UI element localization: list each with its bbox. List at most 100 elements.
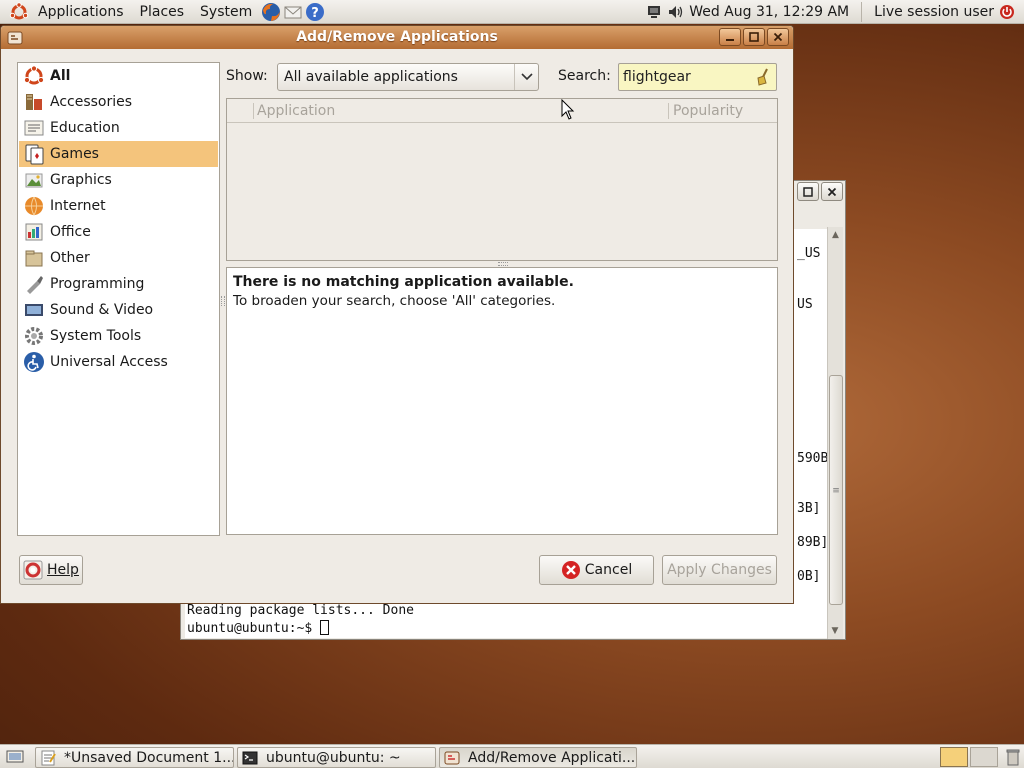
- terminal-window-controls: [797, 182, 843, 201]
- trash-icon[interactable]: [1002, 746, 1024, 768]
- show-dropdown[interactable]: All available applications: [277, 63, 539, 91]
- terminal-scrollbar[interactable]: ▲ ≡ ▼: [827, 227, 843, 639]
- cancel-button[interactable]: Cancel: [539, 555, 654, 585]
- menu-applications[interactable]: Applications: [30, 0, 132, 24]
- category-other[interactable]: Other: [19, 245, 218, 271]
- clear-search-broom-icon[interactable]: [754, 68, 772, 86]
- network-icon[interactable]: [643, 1, 665, 23]
- category-label: Programming: [50, 276, 145, 292]
- search-label: Search:: [558, 68, 611, 84]
- column-separator: [668, 103, 669, 119]
- workspace-1[interactable]: [940, 747, 968, 767]
- pane-resize-handle[interactable]: [221, 296, 225, 306]
- category-programming[interactable]: Programming: [19, 271, 218, 297]
- terminal-text: Reading package lists... Done: [187, 603, 414, 618]
- pane-resize-handle[interactable]: [498, 262, 508, 266]
- help-button-label: Help: [47, 562, 79, 578]
- graphics-icon: [25, 173, 43, 188]
- task-text-editor[interactable]: *Unsaved Document 1...: [35, 747, 234, 768]
- clock[interactable]: Wed Aug 31, 12:29 AM: [687, 0, 857, 24]
- category-universal-access[interactable]: Universal Access: [19, 349, 218, 375]
- category-label: Accessories: [50, 94, 133, 110]
- maximize-button[interactable]: [797, 182, 819, 201]
- chevron-down-icon: [514, 64, 538, 90]
- help-lifebuoy-icon: [23, 560, 43, 580]
- category-label: Other: [50, 250, 90, 266]
- terminal-prompt: ubuntu@ubuntu:~$: [187, 620, 330, 636]
- volume-icon[interactable]: [665, 1, 687, 23]
- workspace-2[interactable]: [970, 747, 998, 767]
- text-cursor: [320, 620, 330, 635]
- category-accessories[interactable]: Accessories: [19, 89, 218, 115]
- task-terminal[interactable]: ubuntu@ubuntu: ~: [237, 747, 436, 768]
- firefox-icon[interactable]: [260, 1, 282, 23]
- ubuntu-logo-icon: [23, 65, 45, 85]
- cancel-icon: [561, 561, 580, 579]
- scroll-down-arrow-icon[interactable]: ▼: [828, 623, 842, 639]
- accessories-icon: [26, 94, 42, 110]
- task-add-remove[interactable]: Add/Remove Applicati...: [439, 747, 637, 768]
- office-icon: [25, 223, 43, 241]
- svg-text:?: ?: [311, 6, 319, 21]
- help-icon[interactable]: ?: [304, 1, 326, 23]
- column-application[interactable]: Application: [257, 99, 335, 123]
- terminal-text: 0B]: [797, 569, 821, 584]
- category-list[interactable]: All Accessories Education Games Graphics…: [17, 62, 220, 536]
- category-games[interactable]: Games: [19, 141, 218, 167]
- category-internet[interactable]: Internet: [19, 193, 218, 219]
- minimize-button[interactable]: [719, 28, 741, 46]
- category-education[interactable]: Education: [19, 115, 218, 141]
- category-graphics[interactable]: Graphics: [19, 167, 218, 193]
- task-label: *Unsaved Document 1...: [64, 749, 234, 766]
- window-titlebar[interactable]: Add/Remove Applications: [1, 26, 793, 49]
- category-label: Internet: [50, 198, 106, 214]
- category-sound-video[interactable]: Sound & Video: [19, 297, 218, 323]
- empty-result-hint: To broaden your search, choose 'All' cat…: [233, 293, 556, 309]
- terminal-text: US: [797, 297, 813, 312]
- category-label: System Tools: [50, 328, 142, 344]
- terminal-text: 590B: [797, 451, 829, 466]
- help-button[interactable]: Help: [19, 555, 83, 585]
- application-table[interactable]: Application Popularity: [226, 98, 778, 261]
- maximize-button[interactable]: [743, 28, 765, 46]
- category-all[interactable]: All: [19, 63, 218, 89]
- empty-result-title: There is no matching application availab…: [233, 274, 574, 290]
- category-system-tools[interactable]: System Tools: [19, 323, 218, 349]
- menu-system[interactable]: System: [192, 0, 260, 24]
- user-switcher[interactable]: Live session user: [866, 0, 996, 24]
- workspace-switcher[interactable]: [940, 747, 1000, 767]
- games-icon: [25, 144, 44, 165]
- terminal-icon: [242, 751, 258, 764]
- show-label: Show:: [226, 68, 268, 84]
- category-label: Education: [50, 120, 120, 136]
- search-input[interactable]: flightgear: [618, 63, 777, 91]
- separator: [861, 2, 863, 22]
- category-label: All: [50, 68, 71, 84]
- scroll-up-arrow-icon[interactable]: ▲: [828, 227, 843, 243]
- mouse-cursor-icon: [561, 99, 575, 120]
- close-button[interactable]: [767, 28, 789, 46]
- category-label: Universal Access: [50, 354, 168, 370]
- ubuntu-logo-icon[interactable]: [8, 1, 30, 23]
- terminal-text: _US: [797, 246, 821, 261]
- text-editor-icon: [41, 750, 56, 765]
- apply-changes-button[interactable]: Apply Changes: [662, 555, 777, 585]
- cancel-button-label: Cancel: [584, 562, 633, 578]
- category-label: Office: [50, 224, 91, 240]
- category-label: Games: [50, 146, 99, 162]
- add-remove-window: Add/Remove Applications All Accessories …: [0, 25, 794, 604]
- show-desktop-icon[interactable]: [4, 746, 26, 768]
- column-popularity[interactable]: Popularity: [673, 99, 743, 123]
- close-button[interactable]: [821, 182, 843, 201]
- mail-icon[interactable]: [282, 1, 304, 23]
- window-controls: [719, 28, 789, 46]
- power-icon[interactable]: [996, 1, 1018, 23]
- category-office[interactable]: Office: [19, 219, 218, 245]
- scrollbar-thumb[interactable]: ≡: [829, 375, 843, 605]
- search-input-value: flightgear: [623, 69, 691, 85]
- education-icon: [24, 120, 44, 136]
- window-title: Add/Remove Applications: [296, 29, 498, 45]
- menu-places[interactable]: Places: [132, 0, 193, 24]
- prompt-text: ubuntu@ubuntu:~$: [187, 621, 321, 636]
- task-label: Add/Remove Applicati...: [468, 749, 636, 766]
